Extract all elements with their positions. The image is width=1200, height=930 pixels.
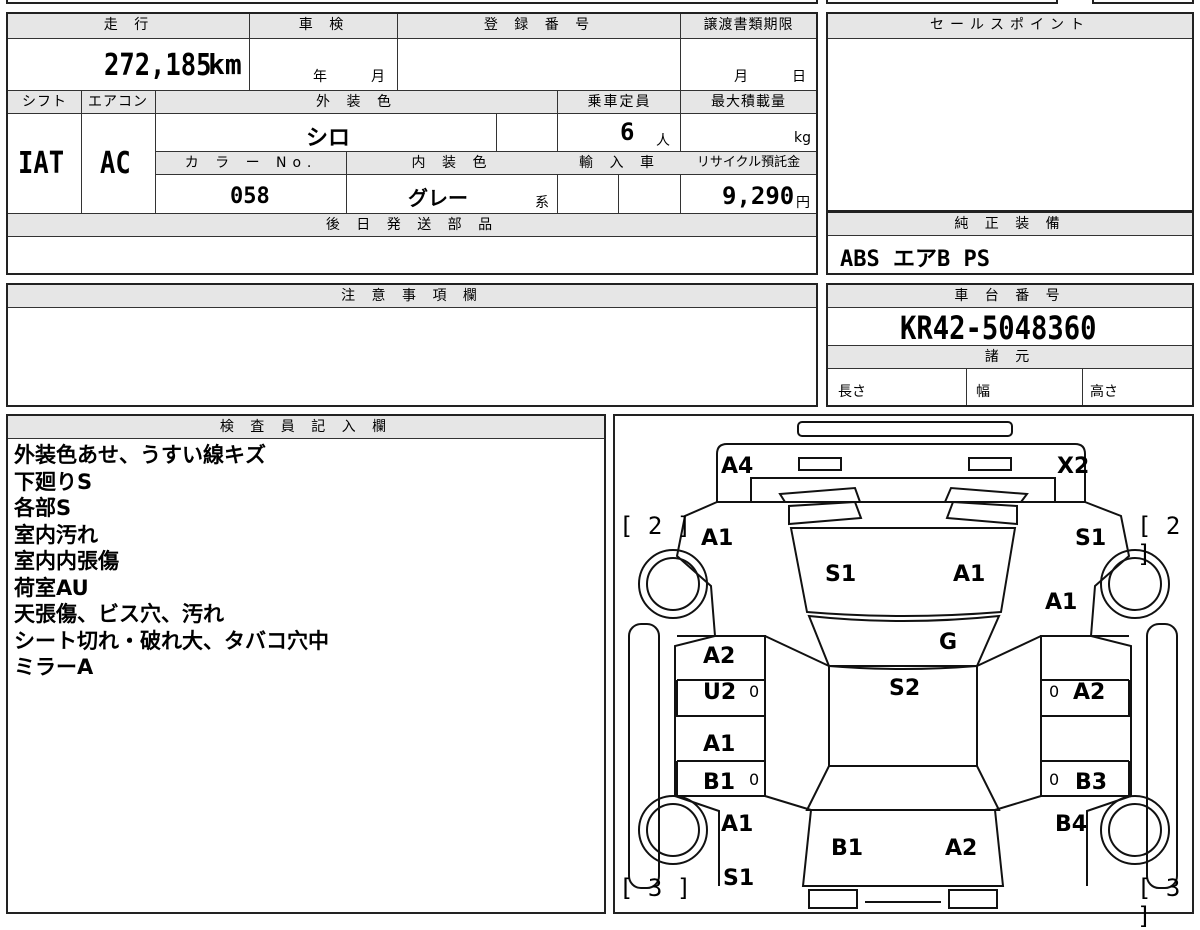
sale-point-block: セールスポイント: [826, 12, 1194, 212]
chassis-number: KR42-5048360: [900, 309, 1097, 347]
inspection-header: 車 検: [250, 14, 398, 38]
mark-right-a2: A2: [1073, 680, 1106, 705]
mark-hood-a1: A1: [953, 562, 986, 587]
inspector-block: 検 査 員 記 入 欄 外装色あせ、うすい線キズ 下廻りS 各部S 室内汚れ 室…: [6, 414, 606, 914]
note-line: 室内汚れ: [14, 522, 98, 547]
chassis-block: 車 台 番 号 KR42-5048360 諸 元 長さ 幅 高さ: [826, 283, 1194, 407]
mark-left-u2: U2: [703, 680, 737, 705]
interior-value: グレー: [408, 186, 468, 210]
car-outline-diagram: [628, 421, 1178, 909]
note-line: ミラーA: [14, 655, 94, 679]
top-strip-right: [826, 0, 1058, 4]
transfer-month-label: 月: [734, 69, 748, 85]
ac-value: AC: [100, 146, 131, 181]
mark-zero: 0: [1049, 682, 1060, 701]
maxload-unit: kg: [794, 130, 811, 146]
recycle-value: 9,290: [722, 182, 795, 210]
mileage-unit: km: [208, 48, 242, 81]
equipment-block: 純 正 装 備 ABS エアB PS: [826, 211, 1194, 275]
mark-left-b1: B1: [703, 770, 736, 795]
colorno-value: 058: [230, 184, 270, 209]
interior-header: 内 装 色: [346, 152, 558, 174]
mark-trunk-a2: A2: [945, 836, 978, 861]
mark-a4: A4: [721, 454, 754, 479]
mark-bottom-s1: S1: [723, 866, 755, 891]
inspector-notes: 外装色あせ、うすい線キズ 下廻りS 各部S 室内汚れ 室内内張傷 荷室AU 天張…: [14, 442, 329, 681]
car-diagram-block: A4 X2 [ 2 ] [ 2 ] A1 S1 S1 A1 A1 G S2 A2…: [613, 414, 1194, 930]
mark-g: G: [939, 630, 958, 655]
mileage-header: 走 行: [8, 14, 250, 38]
mark-zero: 0: [749, 770, 760, 789]
shift-value: IAT: [18, 146, 65, 181]
registration-header: 登 録 番 号: [398, 14, 681, 38]
exterior-header: 外 装 色: [155, 91, 558, 113]
mark-tr-s1: S1: [1075, 526, 1107, 551]
import-header: 輸 入 車: [558, 152, 681, 174]
inspection-month-label: 月: [371, 69, 385, 85]
chassis-header: 車 台 番 号: [828, 285, 1192, 307]
mark-left-a1: A1: [703, 732, 736, 757]
capacity-header: 乗車定員: [558, 91, 681, 113]
recycle-unit: 円: [796, 195, 810, 211]
interior-suffix: 系: [535, 195, 549, 211]
vehicle-info-block: 走 行 車 検 登 録 番 号 譲渡書類期限 272,185 km 年 月 月 …: [6, 12, 818, 275]
exterior-value: シロ: [306, 126, 351, 151]
capacity-unit: 人: [656, 133, 670, 149]
caution-header: 注 意 事 項 欄: [8, 285, 816, 307]
note-line: 荷室AU: [14, 575, 89, 600]
note-line: 室内内張傷: [14, 549, 119, 573]
mark-zero: 0: [749, 682, 760, 701]
tire-rear-left: [ 3 ]: [619, 874, 692, 902]
equipment-value: ABS エアB PS: [840, 247, 990, 272]
mark-hood-s1: S1: [825, 562, 857, 587]
inspection-year-label: 年: [313, 69, 327, 85]
mark-right-a1: A1: [1045, 590, 1078, 615]
equipment-header: 純 正 装 備: [828, 213, 1192, 235]
note-line: 下廻りS: [14, 469, 93, 494]
mileage-value: 272,185: [104, 48, 212, 83]
mark-roof-s2: S2: [889, 676, 921, 701]
note-line: 天張傷、ビス穴、汚れ: [14, 602, 224, 626]
colorno-header: カ ラ ー No.: [156, 152, 346, 174]
inspector-header: 検 査 員 記 入 欄: [8, 416, 604, 438]
tire-front-right: [ 2 ]: [1137, 512, 1181, 568]
mark-right-b3: B3: [1075, 770, 1108, 795]
maxload-header: 最大積載量: [681, 91, 816, 113]
tire-rear-right: [ 3 ]: [1137, 874, 1181, 930]
mark-trunk-b1: B1: [831, 836, 864, 861]
spec-length: 長さ: [838, 384, 866, 400]
mark-x2: X2: [1057, 454, 1090, 479]
tire-front-left: [ 2 ]: [619, 512, 692, 540]
top-strip-left: [6, 0, 818, 4]
spec-header: 諸 元: [828, 346, 1192, 368]
recycle-header: リサイクル預託金: [681, 152, 816, 174]
mark-br-b4: B4: [1055, 812, 1088, 837]
mark-left-a2: A2: [703, 644, 736, 669]
note-line: 外装色あせ、うすい線キズ: [14, 443, 266, 467]
transfer-day-label: 日: [792, 69, 806, 85]
note-line: 各部S: [14, 496, 72, 520]
transfer-deadline-header: 譲渡書類期限: [681, 14, 816, 38]
mark-zero: 0: [1049, 770, 1060, 789]
mark-bl-a1: A1: [721, 812, 754, 837]
note-line: シート切れ・破れ大、タバコ穴中: [14, 628, 329, 653]
shift-header: シフト: [8, 91, 81, 113]
mark-tl-a1: A1: [701, 526, 734, 551]
later-parts-header: 後 日 発 送 部 品: [8, 214, 816, 236]
spec-width: 幅: [976, 384, 990, 400]
top-strip-far: [1092, 0, 1194, 4]
spec-height: 高さ: [1090, 384, 1118, 400]
caution-block: 注 意 事 項 欄: [6, 283, 818, 407]
capacity-value: 6: [620, 118, 635, 146]
ac-header: エアコン: [81, 91, 155, 113]
sale-point-header: セールスポイント: [828, 14, 1192, 38]
